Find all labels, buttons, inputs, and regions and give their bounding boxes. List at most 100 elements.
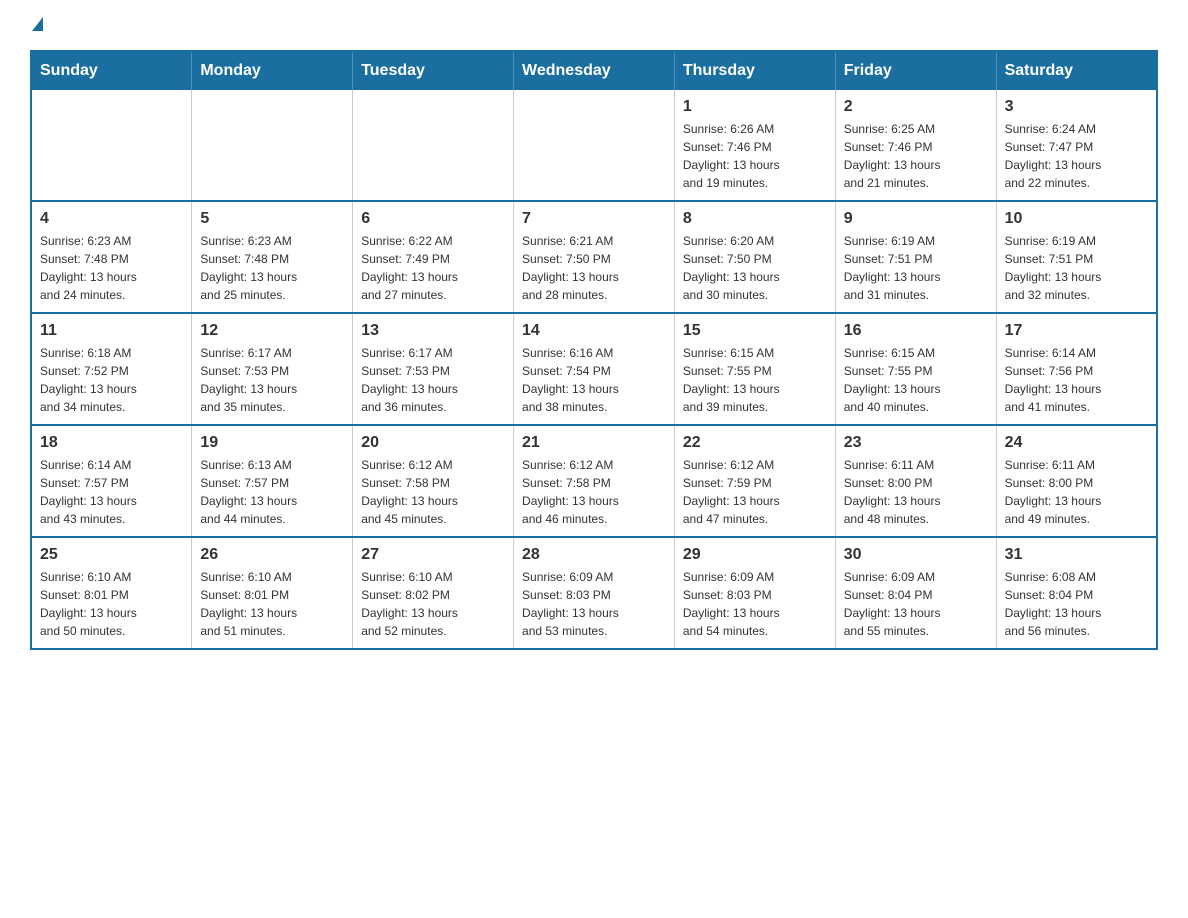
day-of-week-header: Saturday <box>996 51 1157 90</box>
calendar-cell: 22Sunrise: 6:12 AMSunset: 7:59 PMDayligh… <box>674 425 835 537</box>
day-info: Sunrise: 6:19 AMSunset: 7:51 PMDaylight:… <box>844 232 988 304</box>
calendar-cell <box>192 90 353 201</box>
day-number: 8 <box>683 210 827 228</box>
calendar-cell: 8Sunrise: 6:20 AMSunset: 7:50 PMDaylight… <box>674 201 835 313</box>
day-info: Sunrise: 6:16 AMSunset: 7:54 PMDaylight:… <box>522 344 666 416</box>
calendar-cell: 12 Sunrise: 6:17 AMSunset: 7:53 PMDayligh… <box>192 313 353 425</box>
calendar-cell: 4 Sunrise: 6:23 AMSunset: 7:48 PMDaylight… <box>31 201 192 313</box>
calendar-cell <box>353 90 514 201</box>
day-number: 30 <box>844 546 988 564</box>
day-info: Sunrise: 6:21 AMSunset: 7:50 PMDaylight:… <box>522 232 666 304</box>
day-info: Sunrise: 6:14 AMSunset: 7:57 PMDaylight:… <box>40 456 183 528</box>
day-info: Sunrise: 6:11 AMSunset: 8:00 PMDaylight:… <box>844 456 988 528</box>
day-number: 13 <box>361 322 505 340</box>
day-info: Sunrise: 6:13 AMSunset: 7:57 PMDaylight:… <box>200 456 344 528</box>
day-number: 12 <box>200 322 344 340</box>
calendar-cell: 11 Sunrise: 6:18 AMSunset: 7:52 PMDayligh… <box>31 313 192 425</box>
day-number: 3 <box>1005 98 1148 116</box>
day-number: 28 <box>522 546 666 564</box>
calendar-cell: 24 Sunrise: 6:11 AMSunset: 8:00 PMDayligh… <box>996 425 1157 537</box>
day-info: Sunrise: 6:17 AMSunset: 7:53 PMDaylight:… <box>361 344 505 416</box>
day-info: Sunrise: 6:18 AMSunset: 7:52 PMDaylight:… <box>40 344 183 416</box>
page-header <box>30 20 1158 30</box>
day-of-week-header: Wednesday <box>514 51 675 90</box>
day-number: 11 <box>40 322 183 340</box>
day-of-week-header: Thursday <box>674 51 835 90</box>
day-info: Sunrise: 6:15 AMSunset: 7:55 PMDaylight:… <box>844 344 988 416</box>
calendar-week-row: 25 Sunrise: 6:10 AMSunset: 8:01 PMDayligh… <box>31 537 1157 649</box>
day-of-week-header: Tuesday <box>353 51 514 90</box>
calendar-week-row: 18 Sunrise: 6:14 AMSunset: 7:57 PMDayligh… <box>31 425 1157 537</box>
day-number: 26 <box>200 546 344 564</box>
day-info: Sunrise: 6:19 AMSunset: 7:51 PMDaylight:… <box>1005 232 1148 304</box>
day-number: 27 <box>361 546 505 564</box>
calendar-cell: 3Sunrise: 6:24 AMSunset: 7:47 PMDaylight… <box>996 90 1157 201</box>
day-info: Sunrise: 6:09 AMSunset: 8:03 PMDaylight:… <box>683 568 827 640</box>
day-info: Sunrise: 6:12 AMSunset: 7:58 PMDaylight:… <box>522 456 666 528</box>
calendar-cell: 28 Sunrise: 6:09 AMSunset: 8:03 PMDayligh… <box>514 537 675 649</box>
day-info: Sunrise: 6:09 AMSunset: 8:04 PMDaylight:… <box>844 568 988 640</box>
day-info: Sunrise: 6:10 AMSunset: 8:02 PMDaylight:… <box>361 568 505 640</box>
day-number: 15 <box>683 322 827 340</box>
calendar-cell: 9 Sunrise: 6:19 AMSunset: 7:51 PMDaylight… <box>835 201 996 313</box>
day-of-week-header: Sunday <box>31 51 192 90</box>
day-number: 1 <box>683 98 827 116</box>
day-info: Sunrise: 6:14 AMSunset: 7:56 PMDaylight:… <box>1005 344 1148 416</box>
day-number: 21 <box>522 434 666 452</box>
day-of-week-header: Monday <box>192 51 353 90</box>
calendar-cell: 20 Sunrise: 6:12 AMSunset: 7:58 PMDayligh… <box>353 425 514 537</box>
day-number: 9 <box>844 210 988 228</box>
calendar-cell: 29Sunrise: 6:09 AMSunset: 8:03 PMDayligh… <box>674 537 835 649</box>
calendar-cell: 16 Sunrise: 6:15 AMSunset: 7:55 PMDayligh… <box>835 313 996 425</box>
calendar-cell: 13 Sunrise: 6:17 AMSunset: 7:53 PMDayligh… <box>353 313 514 425</box>
day-info: Sunrise: 6:17 AMSunset: 7:53 PMDaylight:… <box>200 344 344 416</box>
day-info: Sunrise: 6:23 AMSunset: 7:48 PMDaylight:… <box>200 232 344 304</box>
day-number: 23 <box>844 434 988 452</box>
calendar-cell: 18 Sunrise: 6:14 AMSunset: 7:57 PMDayligh… <box>31 425 192 537</box>
day-info: Sunrise: 6:23 AMSunset: 7:48 PMDaylight:… <box>40 232 183 304</box>
day-info: Sunrise: 6:10 AMSunset: 8:01 PMDaylight:… <box>200 568 344 640</box>
calendar-cell: 27 Sunrise: 6:10 AMSunset: 8:02 PMDayligh… <box>353 537 514 649</box>
calendar-cell: 15Sunrise: 6:15 AMSunset: 7:55 PMDayligh… <box>674 313 835 425</box>
calendar-cell: 21 Sunrise: 6:12 AMSunset: 7:58 PMDayligh… <box>514 425 675 537</box>
calendar-week-row: 1 Sunrise: 6:26 AMSunset: 7:46 PMDaylight… <box>31 90 1157 201</box>
day-number: 25 <box>40 546 183 564</box>
day-info: Sunrise: 6:09 AMSunset: 8:03 PMDaylight:… <box>522 568 666 640</box>
calendar-cell: 6 Sunrise: 6:22 AMSunset: 7:49 PMDaylight… <box>353 201 514 313</box>
day-number: 24 <box>1005 434 1148 452</box>
calendar-cell: 14 Sunrise: 6:16 AMSunset: 7:54 PMDayligh… <box>514 313 675 425</box>
day-number: 2 <box>844 98 988 116</box>
day-info: Sunrise: 6:26 AMSunset: 7:46 PMDaylight:… <box>683 120 827 192</box>
day-number: 5 <box>200 210 344 228</box>
day-of-week-header: Friday <box>835 51 996 90</box>
calendar-cell: 30 Sunrise: 6:09 AMSunset: 8:04 PMDayligh… <box>835 537 996 649</box>
day-number: 17 <box>1005 322 1148 340</box>
calendar-table: SundayMondayTuesdayWednesdayThursdayFrid… <box>30 50 1158 650</box>
day-info: Sunrise: 6:11 AMSunset: 8:00 PMDaylight:… <box>1005 456 1148 528</box>
day-info: Sunrise: 6:10 AMSunset: 8:01 PMDaylight:… <box>40 568 183 640</box>
logo <box>30 20 43 30</box>
day-header-row: SundayMondayTuesdayWednesdayThursdayFrid… <box>31 51 1157 90</box>
calendar-cell: 7Sunrise: 6:21 AMSunset: 7:50 PMDaylight… <box>514 201 675 313</box>
calendar-cell: 5 Sunrise: 6:23 AMSunset: 7:48 PMDaylight… <box>192 201 353 313</box>
calendar-cell: 31Sunrise: 6:08 AMSunset: 8:04 PMDayligh… <box>996 537 1157 649</box>
day-number: 18 <box>40 434 183 452</box>
calendar-week-row: 11 Sunrise: 6:18 AMSunset: 7:52 PMDayligh… <box>31 313 1157 425</box>
day-number: 14 <box>522 322 666 340</box>
day-info: Sunrise: 6:12 AMSunset: 7:59 PMDaylight:… <box>683 456 827 528</box>
logo-triangle-icon <box>32 17 43 31</box>
calendar-cell: 25 Sunrise: 6:10 AMSunset: 8:01 PMDayligh… <box>31 537 192 649</box>
day-number: 16 <box>844 322 988 340</box>
calendar-header: SundayMondayTuesdayWednesdayThursdayFrid… <box>31 51 1157 90</box>
day-info: Sunrise: 6:08 AMSunset: 8:04 PMDaylight:… <box>1005 568 1148 640</box>
day-number: 10 <box>1005 210 1148 228</box>
day-number: 4 <box>40 210 183 228</box>
day-number: 6 <box>361 210 505 228</box>
calendar-cell <box>514 90 675 201</box>
day-info: Sunrise: 6:12 AMSunset: 7:58 PMDaylight:… <box>361 456 505 528</box>
day-info: Sunrise: 6:22 AMSunset: 7:49 PMDaylight:… <box>361 232 505 304</box>
calendar-week-row: 4 Sunrise: 6:23 AMSunset: 7:48 PMDaylight… <box>31 201 1157 313</box>
calendar-cell <box>31 90 192 201</box>
calendar-body: 1 Sunrise: 6:26 AMSunset: 7:46 PMDaylight… <box>31 90 1157 649</box>
day-number: 20 <box>361 434 505 452</box>
